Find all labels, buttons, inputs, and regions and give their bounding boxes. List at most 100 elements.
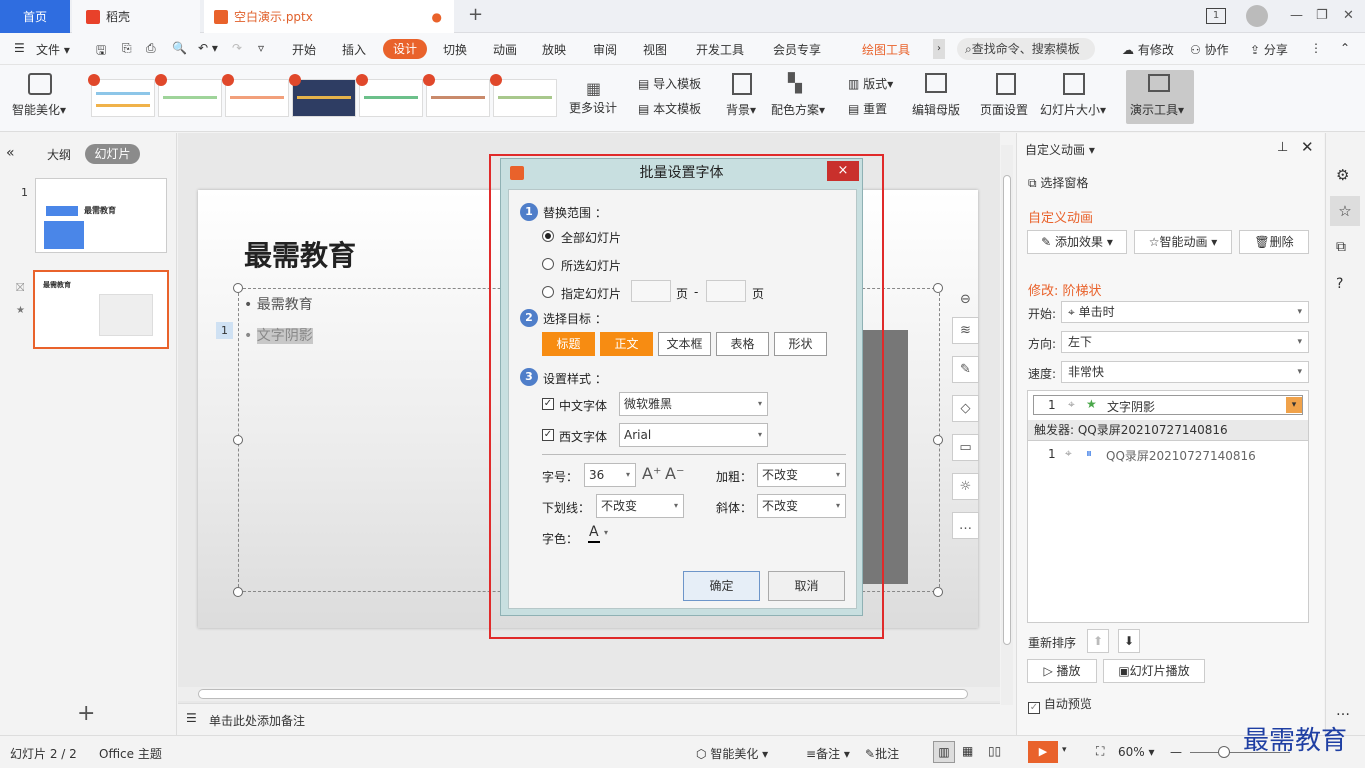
modified-button[interactable]: ☁ 有修改	[1122, 41, 1174, 58]
normal-view-icon[interactable]: ▥	[933, 741, 955, 763]
slideshow-button[interactable]: ▣幻灯片播放	[1103, 659, 1205, 683]
template-thumb-1[interactable]	[88, 74, 155, 117]
template-thumb-5[interactable]	[356, 74, 423, 117]
play-slideshow-icon[interactable]: ▶	[1028, 741, 1058, 763]
menu-scroll-right-icon[interactable]: ›	[933, 39, 945, 59]
menu-transition[interactable]: 切换	[443, 41, 467, 58]
command-search[interactable]: ⌕查找命令、搜索模板	[957, 38, 1095, 60]
bulb-icon[interactable]: ☼	[952, 473, 979, 500]
frame-icon[interactable]: ▭	[952, 434, 979, 461]
smart-beautify-status[interactable]: ⬡ 智能美化 ▾	[696, 745, 768, 762]
menu-review[interactable]: 审阅	[593, 41, 617, 58]
menu-slideshow[interactable]: 放映	[542, 41, 566, 58]
copy-panel-icon[interactable]: ⧉	[1336, 239, 1346, 255]
tab-home[interactable]: 首页	[0, 0, 70, 33]
menu-developer[interactable]: 开发工具	[696, 41, 744, 58]
play-button[interactable]: ▷ 播放	[1027, 659, 1097, 683]
chevron-down-icon[interactable]: ▾	[1062, 745, 1067, 755]
this-template-button[interactable]: ▤ 本文模板	[638, 100, 701, 117]
notes-toggle[interactable]: ≡备注 ▾	[806, 745, 850, 762]
background-button[interactable]: 背景▾	[726, 101, 756, 118]
resize-handle[interactable]	[933, 435, 943, 445]
layout-button[interactable]: ▥ 版式▾	[848, 75, 893, 92]
settings-sliders-icon[interactable]: ⚙	[1336, 166, 1349, 184]
menu-design[interactable]: 设计	[383, 39, 427, 59]
more-design-icon[interactable]: ▦	[586, 79, 601, 98]
minimize-icon[interactable]: —	[1290, 8, 1303, 23]
collapse-ribbon-icon[interactable]: ⌃	[1340, 41, 1350, 55]
move-up-icon[interactable]: ⬆	[1087, 629, 1109, 653]
window-count-badge[interactable]: 1	[1206, 8, 1226, 24]
horizontal-scrollbar[interactable]	[178, 687, 1000, 701]
menu-drawing-tools[interactable]: 绘图工具	[862, 41, 910, 58]
trigger-item-label[interactable]: QQ录屏20210727140816	[1106, 447, 1256, 464]
pin-icon[interactable]: ⊥	[1277, 140, 1288, 155]
resize-handle[interactable]	[233, 587, 243, 597]
speed-select[interactable]: 非常快 ▾	[1061, 361, 1309, 383]
vertical-scrollbar[interactable]	[1001, 145, 1013, 705]
close-pane-icon[interactable]: ✕	[1301, 138, 1314, 156]
theme-name[interactable]: Office 主题	[99, 745, 162, 762]
avatar[interactable]	[1246, 5, 1268, 27]
redo-icon[interactable]: ↷	[232, 41, 242, 55]
slide-thumb-1[interactable]: 最需教育	[35, 178, 167, 253]
layers-icon[interactable]: ≋	[952, 317, 979, 344]
zoom-out-icon[interactable]: ⊖	[952, 287, 979, 314]
autopreview-checkbox[interactable]: ✓	[1028, 702, 1040, 714]
color-scheme-button[interactable]: 配色方案▾	[771, 101, 825, 118]
direction-select[interactable]: 左下 ▾	[1061, 331, 1309, 353]
pen-icon[interactable]: ✎	[952, 356, 979, 383]
menu-file[interactable]: 文件 ▾	[36, 41, 70, 58]
reset-button[interactable]: ▤ 重置	[848, 100, 887, 117]
zoom-out-button[interactable]: —	[1170, 745, 1182, 759]
collapse-panel-icon[interactable]: «	[6, 145, 15, 161]
bullet-1[interactable]: • 最需教育	[244, 294, 313, 314]
pane-title[interactable]: 自定义动画 ▾	[1025, 141, 1095, 158]
tab-document[interactable]: 空白演示.pptx ●	[204, 0, 454, 33]
close-window-icon[interactable]: ✕	[1343, 8, 1354, 23]
resize-handle[interactable]	[233, 435, 243, 445]
background-icon[interactable]	[732, 73, 752, 95]
chevron-down-icon[interactable]: ▾	[1286, 397, 1302, 413]
smart-beautify-icon[interactable]	[28, 73, 52, 95]
export-icon[interactable]: ⎘	[122, 41, 132, 56]
import-template-button[interactable]: ▤ 导入模板	[638, 75, 701, 92]
animation-pane-icon[interactable]: ☆	[1330, 196, 1360, 226]
zoom-level[interactable]: 60% ▾	[1118, 745, 1155, 759]
add-slide-button[interactable]: +	[77, 701, 95, 726]
save-icon[interactable]: 🖫	[96, 41, 106, 62]
page-setup-button[interactable]: 页面设置	[980, 101, 1028, 118]
undo-icon[interactable]: ↶ ▾	[198, 41, 218, 55]
select-pane-button[interactable]: ⧉ 选择窗格	[1028, 174, 1088, 191]
autopreview-toggle[interactable]: ✓ 自动预览	[1028, 695, 1092, 714]
delete-button[interactable]: 🗑删除	[1239, 230, 1309, 254]
zoom-slider-thumb[interactable]	[1218, 746, 1230, 758]
tab-outline[interactable]: 大纲	[47, 146, 71, 163]
menu-animation[interactable]: 动画	[493, 41, 517, 58]
share-button[interactable]: ⇪ 分享	[1250, 41, 1288, 58]
collab-button[interactable]: ⚇ 协作	[1190, 41, 1229, 58]
more-side-icon[interactable]: …	[1336, 703, 1350, 719]
slide-size-icon[interactable]	[1063, 73, 1085, 95]
print-icon[interactable]: ⎙	[146, 41, 156, 56]
present-tools-button[interactable]: 演示工具▾	[1126, 70, 1194, 124]
bullet-2[interactable]: • 文字阴影	[244, 325, 313, 345]
reading-view-icon[interactable]: ▯▯	[988, 744, 1001, 758]
slide-title[interactable]: 最需教育	[244, 234, 356, 274]
menu-insert[interactable]: 插入	[342, 41, 366, 58]
tab-slides[interactable]: 幻灯片	[85, 144, 140, 164]
smart-animation-button[interactable]: ☆智能动画 ▾	[1134, 230, 1232, 254]
comments-toggle[interactable]: ✎批注	[865, 745, 899, 762]
menu-view[interactable]: 视图	[643, 41, 667, 58]
tab-daoke[interactable]: 稻壳	[72, 0, 200, 33]
template-thumb-3[interactable]	[222, 74, 289, 117]
preview-icon[interactable]: 🔍	[172, 41, 187, 55]
animation-order-tag[interactable]: 1	[216, 322, 233, 339]
page-setup-icon[interactable]	[996, 73, 1016, 95]
horizontal-scroll-thumb[interactable]	[198, 689, 968, 699]
template-thumb-2[interactable]	[155, 74, 222, 117]
template-thumb-4[interactable]	[289, 74, 356, 117]
add-effect-button[interactable]: ✎ 添加效果 ▾	[1027, 230, 1127, 254]
resize-handle[interactable]	[233, 283, 243, 293]
notes-bar[interactable]: ☰ 单击此处添加备注	[178, 703, 1000, 733]
